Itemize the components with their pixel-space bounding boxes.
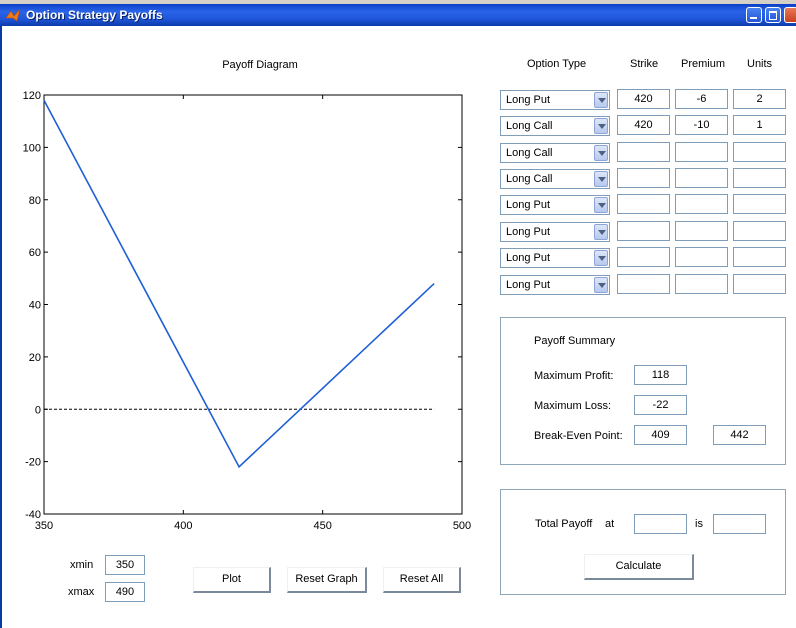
total-at-input[interactable] [634, 514, 687, 534]
reset-all-button[interactable]: Reset All [383, 567, 461, 593]
strike-input[interactable]: 420 [617, 89, 670, 109]
chevron-down-icon[interactable] [594, 277, 608, 293]
payoff-chart: Payoff Diagram -40-20020406080100120 350… [23, 59, 472, 532]
reset-graph-button[interactable]: Reset Graph [287, 567, 367, 593]
option-type-select[interactable]: Long Call [500, 169, 610, 189]
close-button[interactable] [784, 7, 796, 23]
header-strike: Strike [630, 58, 659, 70]
chevron-down-icon[interactable] [594, 224, 608, 240]
premium-input[interactable]: -6 [675, 89, 728, 109]
breakeven-field-2: 442 [713, 425, 766, 445]
units-input[interactable] [733, 221, 786, 241]
figure-window: Payoff Diagram -40 -20 0 20 40 60 80 100 120 350… [0, 26, 796, 628]
units-input[interactable]: 1 [733, 115, 786, 135]
chevron-down-icon[interactable] [594, 250, 608, 266]
strike-input[interactable] [617, 221, 670, 241]
y-tick-label: 100 [23, 142, 41, 154]
units-input[interactable] [733, 168, 786, 188]
option-type-select[interactable]: Long Put [500, 90, 610, 110]
x-tick-label: 400 [174, 520, 192, 532]
matlab-icon [5, 8, 21, 22]
max-profit-label: Maximum Profit: [534, 370, 614, 382]
y-tick-label: 20 [29, 352, 41, 364]
strike-input[interactable] [617, 274, 670, 294]
minimize-button[interactable] [746, 7, 762, 23]
premium-input[interactable]: -10 [675, 115, 728, 135]
chevron-down-icon[interactable] [594, 171, 608, 187]
plot-area [43, 94, 463, 515]
premium-input[interactable] [675, 142, 728, 162]
option-type-select[interactable]: Long Put [500, 275, 610, 295]
breakeven-label: Break-Even Point: [534, 430, 623, 442]
chevron-down-icon[interactable] [594, 92, 608, 108]
option-type-select[interactable]: Long Call [500, 143, 610, 163]
strike-input[interactable] [617, 194, 670, 214]
total-is-field [713, 514, 766, 534]
option-type-select[interactable]: Long Call [500, 116, 610, 136]
total-payoff-label: Total Payoff [535, 518, 593, 530]
title-bar[interactable]: Option Strategy Payoffs [0, 4, 796, 26]
max-loss-field: -22 [634, 395, 687, 415]
premium-input[interactable] [675, 247, 728, 267]
header-premium: Premium [681, 58, 726, 70]
premium-input[interactable] [675, 194, 728, 214]
units-input[interactable] [733, 142, 786, 162]
xmax-label: xmax [68, 586, 95, 598]
chevron-down-icon[interactable] [594, 145, 608, 161]
summary-title: Payoff Summary [534, 335, 616, 347]
y-tick-label: 120 [23, 90, 41, 102]
option-type-select[interactable]: Long Put [500, 195, 610, 215]
strike-input[interactable] [617, 247, 670, 267]
max-profit-field: 118 [634, 365, 687, 385]
window-title: Option Strategy Payoffs [26, 8, 163, 22]
maximize-button[interactable] [765, 7, 781, 23]
option-type-select[interactable]: Long Put [500, 222, 610, 242]
x-tick-label: 500 [453, 520, 471, 532]
units-input[interactable] [733, 247, 786, 267]
option-type-select[interactable]: Long Put [500, 248, 610, 268]
y-tick-label: 80 [29, 195, 41, 207]
xmax-input[interactable]: 490 [105, 582, 145, 602]
x-tick-label: 450 [313, 520, 331, 532]
header-option-type: Option Type [527, 58, 587, 70]
chevron-down-icon[interactable] [594, 197, 608, 213]
chevron-down-icon[interactable] [594, 118, 608, 134]
max-loss-label: Maximum Loss: [534, 400, 612, 412]
units-input[interactable] [733, 194, 786, 214]
is-label: is [695, 518, 703, 530]
units-input[interactable] [733, 274, 786, 294]
strike-input[interactable] [617, 168, 670, 188]
units-input[interactable]: 2 [733, 89, 786, 109]
total-payoff-panel: Total Payoff at is Calculate [500, 489, 786, 595]
strike-input[interactable] [617, 142, 670, 162]
calculate-button[interactable]: Calculate [584, 554, 694, 580]
at-label: at [605, 518, 615, 530]
premium-input[interactable] [675, 274, 728, 294]
y-tick-label: 40 [29, 300, 41, 312]
x-tick-label: 350 [35, 520, 53, 532]
y-tick-label: 60 [29, 247, 41, 259]
chart-title: Payoff Diagram [222, 59, 298, 71]
premium-input[interactable] [675, 221, 728, 241]
plot-button[interactable]: Plot [193, 567, 271, 593]
breakeven-field-1: 409 [634, 425, 687, 445]
premium-input[interactable] [675, 168, 728, 188]
y-tick-label: 0 [35, 404, 41, 416]
header-units: Units [747, 58, 773, 70]
xmin-input[interactable]: 350 [105, 555, 145, 575]
strike-input[interactable]: 420 [617, 115, 670, 135]
y-tick-label: -20 [25, 457, 41, 469]
payoff-summary-panel: Payoff Summary Maximum Profit: 118 Maxim… [500, 317, 786, 465]
xmin-label: xmin [70, 559, 94, 571]
